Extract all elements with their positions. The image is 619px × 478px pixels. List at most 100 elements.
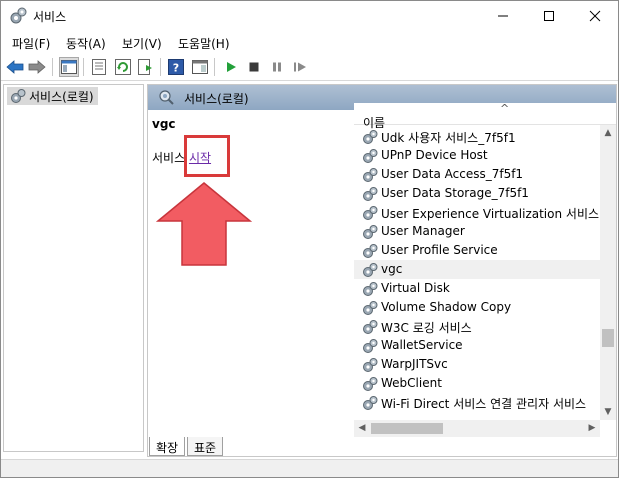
restart-service-button[interactable] [290, 57, 310, 77]
maximize-button[interactable] [526, 1, 572, 31]
maximize-icon [544, 11, 554, 21]
title-bar: 서비스 [1, 1, 618, 31]
properties-icon [92, 59, 106, 75]
gear-icon [363, 339, 378, 353]
back-button[interactable] [5, 57, 25, 77]
list-item[interactable]: vgc [354, 260, 600, 279]
pause-service-button[interactable] [267, 57, 287, 77]
list-item[interactable]: User Data Access_7f5f1 [354, 165, 600, 184]
tab-standard[interactable]: 표준 [187, 437, 224, 456]
service-name: WebClient [381, 376, 442, 390]
gear-icon [363, 168, 378, 182]
service-name: Virtual Disk [381, 281, 450, 295]
service-name: User Manager [381, 224, 465, 238]
service-action-prefix: 서비스 [152, 151, 186, 165]
show-hide-button[interactable] [190, 57, 210, 77]
list-item[interactable]: Virtual Disk [354, 279, 600, 298]
help-button[interactable]: ? [166, 57, 186, 77]
services-main-pane: 서비스(로컬) vgc 서비스 시작 ^ 이름 Udk 사용자 서비스_7f5f… [147, 84, 617, 457]
refresh-icon [115, 59, 131, 75]
status-bar [1, 459, 618, 477]
back-arrow-icon [6, 60, 24, 74]
list-item[interactable]: UPnP Device Host [354, 146, 600, 165]
toolbar-separator [160, 58, 161, 76]
menu-view[interactable]: 보기(V) [122, 35, 162, 52]
tab-extended[interactable]: 확장 [149, 437, 186, 456]
window-title: 서비스 [33, 10, 67, 24]
show-hide-icon [192, 60, 208, 74]
console-tree-button[interactable] [59, 57, 79, 77]
service-name: WalletService [381, 338, 463, 352]
service-name: User Experience Virtualization 서비스 [381, 207, 600, 221]
list-item[interactable]: WarpJITSvc [354, 355, 600, 374]
tree-item-label: 서비스(로컬) [29, 90, 94, 104]
horizontal-scroll-thumb[interactable] [371, 423, 443, 434]
export-list-icon [138, 59, 152, 75]
service-name: UPnP Device Host [381, 148, 488, 162]
list-item[interactable]: Udk 사용자 서비스_7f5f1 [354, 127, 600, 146]
selected-service-name: vgc [152, 117, 176, 131]
vertical-scrollbar[interactable]: ▲ ▼ [600, 125, 616, 420]
menu-file[interactable]: 파일(F) [12, 35, 50, 52]
service-name: Volume Shadow Copy [381, 300, 512, 314]
menu-help[interactable]: 도움말(H) [178, 35, 230, 52]
refresh-button[interactable] [113, 57, 133, 77]
forward-arrow-icon [28, 60, 46, 74]
service-name: vgc [381, 262, 403, 276]
start-service-button[interactable] [221, 57, 241, 77]
main-pane-title: 서비스(로컬) [184, 92, 249, 106]
toolbar-separator [52, 58, 53, 76]
gear-icon [363, 130, 378, 144]
menu-bar: 파일(F) 동작(A) 보기(V) 도움말(H) [1, 31, 618, 53]
list-item[interactable]: User Experience Virtualization 서비스 [354, 203, 600, 222]
minimize-icon [498, 15, 508, 17]
scroll-left-icon[interactable]: ◀ [354, 420, 370, 436]
minimize-button[interactable] [480, 1, 526, 31]
list-item[interactable]: Volume Shadow Copy [354, 298, 600, 317]
stop-icon [249, 62, 259, 72]
search-gear-icon [159, 90, 174, 105]
list-item[interactable]: User Profile Service [354, 241, 600, 260]
horizontal-scrollbar[interactable]: ◀ ▶ [354, 420, 600, 437]
gear-icon [363, 225, 378, 239]
list-item[interactable]: WalletService [354, 336, 600, 355]
list-item[interactable]: W3C 로깅 서비스 [354, 317, 600, 336]
service-list: ^ 이름 Udk 사용자 서비스_7f5f1 UPnP Device Host Us… [354, 102, 616, 437]
service-name: User Data Access_7f5f1 [381, 167, 524, 181]
service-name: User Profile Service [381, 243, 498, 257]
gear-icon [363, 282, 378, 296]
list-item[interactable]: User Manager [354, 222, 600, 241]
gear-icon [363, 263, 378, 277]
help-icon: ? [168, 59, 184, 75]
svg-text:?: ? [173, 62, 179, 75]
sort-caret-icon: ^ [500, 102, 510, 115]
gear-icon [363, 320, 378, 334]
service-name: Udk 사용자 서비스_7f5f1 [381, 131, 516, 145]
stop-service-button[interactable] [244, 57, 264, 77]
toolbar-separator [214, 58, 215, 76]
console-tree-pane: 서비스(로컬) [3, 84, 144, 452]
vertical-scroll-thumb[interactable] [602, 329, 614, 347]
list-item[interactable]: WebClient [354, 374, 600, 393]
scroll-down-icon[interactable]: ▼ [600, 404, 616, 420]
list-header: ^ 이름 [354, 102, 616, 130]
list-item[interactable]: User Data Storage_7f5f1 [354, 184, 600, 203]
gear-icon [363, 396, 378, 410]
highlight-box [184, 135, 230, 177]
export-list-button[interactable] [136, 57, 156, 77]
forward-button[interactable] [27, 57, 47, 77]
properties-button[interactable] [89, 57, 109, 77]
menu-action[interactable]: 동작(A) [66, 35, 106, 52]
play-icon [227, 62, 236, 72]
scroll-up-icon[interactable]: ▲ [600, 125, 616, 141]
gear-icon [363, 187, 378, 201]
gear-icon [363, 244, 378, 258]
gear-icon [10, 7, 27, 24]
service-name: W3C 로깅 서비스 [381, 321, 472, 335]
scroll-right-icon[interactable]: ▶ [584, 420, 600, 436]
toolbar-separator [83, 58, 84, 76]
up-arrow-icon [156, 182, 252, 266]
close-button[interactable] [572, 1, 618, 31]
list-item[interactable]: Wi-Fi Direct 서비스 연결 관리자 서비스 [354, 393, 600, 412]
tree-item-services-local[interactable]: 서비스(로컬) [7, 87, 98, 105]
